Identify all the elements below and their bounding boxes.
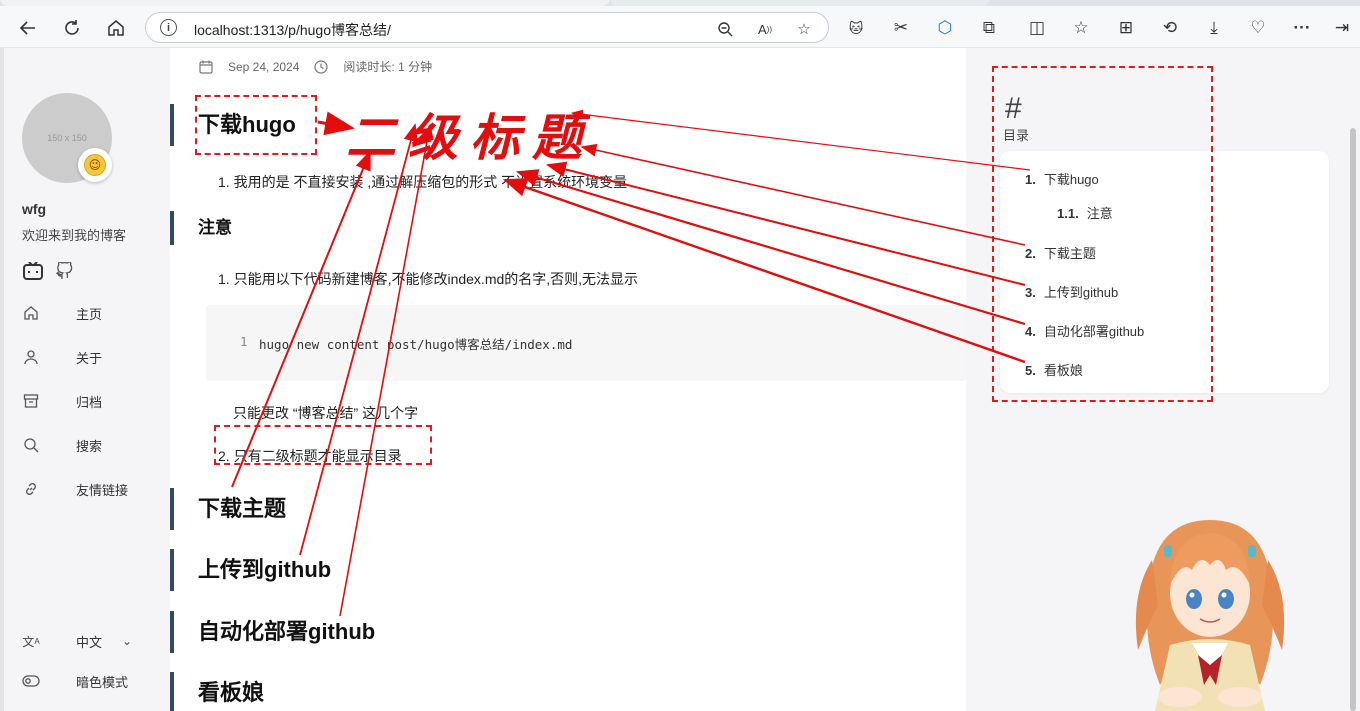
article-date: Sep 24, 2024 <box>228 59 300 74</box>
cube-icon[interactable]: ⬡ <box>931 14 959 42</box>
nav-item-about[interactable]: 关于 <box>22 345 162 369</box>
collections-icon[interactable]: ⊞ <box>1112 14 1140 42</box>
annotation-box-toc <box>992 66 1213 402</box>
translate-icon: 文A <box>22 634 40 649</box>
heading-mascot: 看板娘 <box>170 672 264 711</box>
scissors-icon[interactable]: ✂ <box>887 14 915 42</box>
site-info-icon[interactable]: i <box>160 19 177 36</box>
annotation-box-note <box>214 425 432 465</box>
nav-label: 归档 <box>76 394 103 410</box>
nav-item-links[interactable]: 友情链接 <box>22 477 162 501</box>
nav-label: 主页 <box>76 306 103 322</box>
home-icon <box>22 304 40 322</box>
bilibili-icon[interactable] <box>22 260 44 282</box>
nav-label: 友情链接 <box>76 482 129 498</box>
dark-mode-label: 暗色模式 <box>76 674 129 690</box>
reload-icon <box>65 20 79 35</box>
github-icon[interactable] <box>54 260 76 282</box>
avatar-emoji-badge: 😉 <box>78 148 112 182</box>
favorite-star-icon[interactable]: ☆ <box>793 18 815 40</box>
archive-icon <box>22 392 40 410</box>
read-aloud-icon[interactable]: A)) <box>754 18 776 40</box>
link-icon <box>22 480 40 498</box>
code-block[interactable]: 1 hugo new content post/hugo博客总结/index.m… <box>206 305 966 381</box>
nav-item-home[interactable]: 主页 <box>22 301 162 325</box>
sidebar-toggle-icon[interactable]: ⇥ <box>1328 14 1356 42</box>
reload-button[interactable] <box>58 14 86 42</box>
home-icon <box>108 20 124 36</box>
list-item: 1. 我用的是 不直接安装 ,通过解压缩包的形式 不设置系统环境变量 <box>218 174 628 190</box>
dark-mode-toggle[interactable]: 暗色模式 <box>22 669 162 693</box>
toggle-icon <box>22 672 40 690</box>
back-arrow-icon <box>19 21 35 35</box>
health-icon[interactable]: ♡ <box>1244 14 1272 42</box>
url-text[interactable]: localhost:1313/p/hugo博客总结/ <box>194 20 391 40</box>
left-sidebar: 150 x 150 😉 wfg 欢迎来到我的博客 主页 关于 归档 搜索 友情链… <box>0 48 170 711</box>
browser-toolbar: i localhost:1313/p/hugo博客总结/ A)) ☆ 🐱 ✂ ⬡… <box>0 6 1360 48</box>
annotation-title: 二级标题 <box>346 108 594 167</box>
code-line[interactable]: hugo new content post/hugo博客总结/index.md <box>259 334 572 353</box>
zoom-icon[interactable] <box>714 18 736 40</box>
language-selector[interactable]: 文A 中文 ⌄ <box>22 629 162 653</box>
heading-auto-deploy: 自动化部署github <box>170 611 375 653</box>
list-item: 1. 只能用以下代码新建博客,不能修改index.md的名字,否则,无法显示 <box>218 271 639 287</box>
chevron-down-icon: ⌄ <box>122 634 133 648</box>
site-name[interactable]: wfg <box>22 201 46 217</box>
search-icon <box>22 436 40 454</box>
winking-face-icon: 😉 <box>84 154 106 176</box>
favorites-icon[interactable]: ☆ <box>1067 14 1095 42</box>
nav-label: 关于 <box>76 350 103 366</box>
more-menu-icon[interactable]: ··· <box>1288 14 1316 42</box>
download-icon[interactable]: ⤓ <box>1200 14 1228 42</box>
nav-item-search[interactable]: 搜索 <box>22 433 162 457</box>
heading-upload-github: 上传到github <box>170 549 331 591</box>
history-icon[interactable]: ⟲ <box>1156 14 1184 42</box>
nav-item-archive[interactable]: 归档 <box>22 389 162 413</box>
note-text: 只能更改 “博客总结” 这几个字 <box>233 405 419 421</box>
split-screen-icon[interactable]: ◫ <box>1023 14 1051 42</box>
page-scrollbar[interactable] <box>1350 128 1356 711</box>
reading-time: 阅读时长: 1 分钟 <box>343 60 433 74</box>
heading-download-theme: 下载主题 <box>170 488 286 530</box>
heading-notice: 注意 <box>170 211 232 245</box>
annotation-box-heading <box>195 95 317 155</box>
address-bar[interactable]: i localhost:1313/p/hugo博客总结/ A)) ☆ <box>145 12 829 43</box>
user-icon <box>22 348 40 366</box>
article-meta: Sep 24, 2024 阅读时长: 1 分钟 <box>198 58 432 75</box>
language-label: 中文 <box>76 634 103 650</box>
extension-cat-icon[interactable]: 🐱 <box>842 14 870 42</box>
nav-label: 搜索 <box>76 438 103 454</box>
clock-icon <box>314 59 329 74</box>
back-button[interactable] <box>14 14 42 42</box>
code-line-number: 1 <box>240 334 248 349</box>
extensions-puzzle-icon[interactable]: ⧉ <box>975 14 1003 42</box>
mascot-character[interactable] <box>1130 515 1290 711</box>
home-button[interactable] <box>102 14 130 42</box>
site-description: 欢迎来到我的博客 <box>22 228 127 243</box>
calendar-icon <box>199 60 213 74</box>
